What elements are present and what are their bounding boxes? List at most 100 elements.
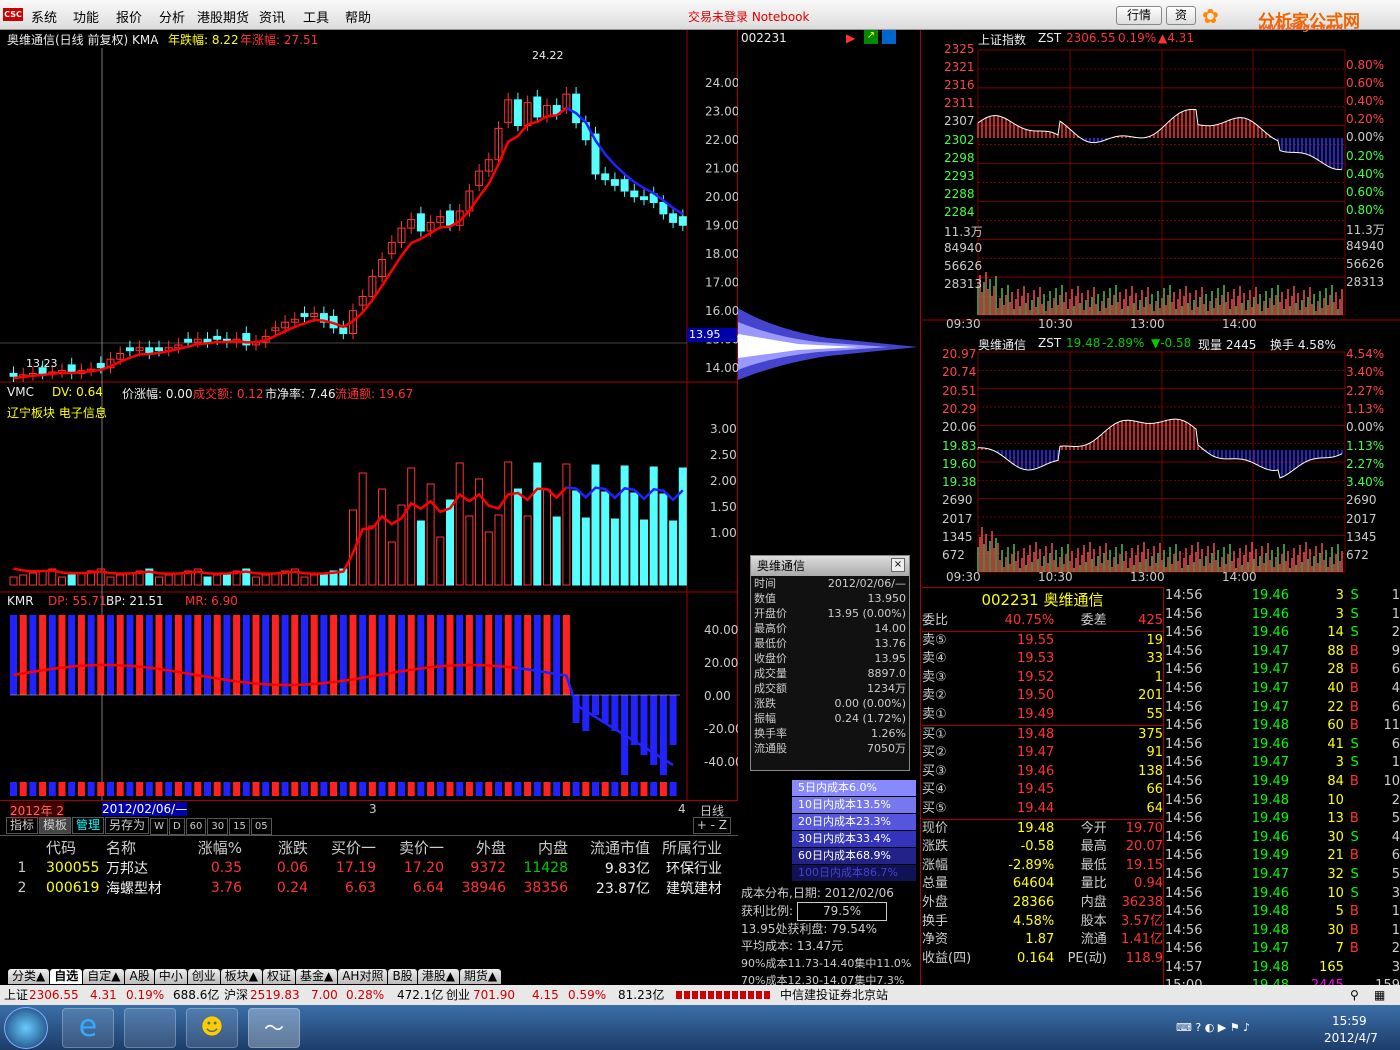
- quote-row[interactable]: 1 300055 万邦达 0.35 0.06 17.19 17.20 9372 …: [0, 858, 724, 878]
- kmr-bar: [388, 615, 396, 695]
- menu-help[interactable]: 帮助: [345, 7, 371, 26]
- kmr-base-bar: [427, 782, 435, 796]
- period-30[interactable]: 30: [207, 818, 229, 835]
- menu-function[interactable]: 功能: [73, 7, 99, 26]
- tick-cell: 6: [1391, 848, 1400, 864]
- scale-label: 28313: [1346, 275, 1385, 290]
- zoom-controls[interactable]: + - Z: [692, 817, 731, 834]
- period-d[interactable]: D: [168, 818, 185, 835]
- tab-indicator[interactable]: 指标: [6, 817, 39, 834]
- folder-icon[interactable]: [124, 1008, 176, 1048]
- menu-tools[interactable]: 工具: [303, 7, 329, 26]
- tray-icons[interactable]: ⌨ ? ◐ ▶ ⚑ ♪: [1176, 1021, 1250, 1034]
- col-code[interactable]: 代码: [44, 837, 104, 858]
- kmr-base-bar: [417, 782, 425, 796]
- qq-icon[interactable]: ☻: [186, 1008, 238, 1048]
- tab-a-shares[interactable]: A股: [125, 969, 154, 984]
- info-button[interactable]: 资: [1166, 6, 1196, 25]
- grid-icon[interactable]: [882, 30, 896, 44]
- kmr-base-bar: [456, 782, 464, 796]
- ratio-row-cell: 委差: [1080, 613, 1107, 628]
- stock-inner: 11428: [523, 860, 568, 876]
- col-diff[interactable]: 涨跌: [244, 837, 310, 858]
- scale-label: 2316: [944, 78, 975, 93]
- tab-b-shares[interactable]: B股: [388, 969, 417, 984]
- sh-pct: 0.19%: [126, 988, 165, 1002]
- vol-panel-name: VMC: [7, 385, 34, 399]
- tick-cell: 14:56: [1165, 718, 1203, 734]
- kmr-base-bar: [213, 782, 221, 796]
- tab-funds[interactable]: 基金▲: [295, 969, 338, 984]
- volume-bar: [504, 461, 513, 586]
- quote-row[interactable]: 2 000619 海螺型材 3.76 0.24 6.63 6.64 38946 …: [0, 878, 724, 898]
- volume-bar: [494, 514, 503, 586]
- tab-manage[interactable]: 管理: [72, 817, 105, 834]
- tab-hk[interactable]: 港股▲: [417, 969, 459, 984]
- stat-row-cell: 换手: [922, 913, 949, 929]
- menu-analysis[interactable]: 分析: [159, 7, 185, 26]
- col-name[interactable]: 名称: [104, 837, 194, 858]
- col-ask[interactable]: 卖价一: [378, 837, 446, 858]
- period-15[interactable]: 15: [229, 818, 250, 835]
- candle-body: [678, 216, 687, 226]
- tab-sme[interactable]: 中小: [154, 969, 187, 984]
- flag-icon[interactable]: ▶: [846, 31, 855, 45]
- clock-time: 15:59: [1332, 1014, 1367, 1028]
- tab-futures[interactable]: 期货▲: [459, 969, 502, 984]
- period-60[interactable]: 60: [185, 818, 207, 835]
- col-bid[interactable]: 买价一: [310, 837, 378, 858]
- tab-ah[interactable]: AH对照: [338, 969, 388, 984]
- menu-info[interactable]: 资讯: [259, 7, 285, 26]
- tick-cell: 9: [1391, 643, 1400, 659]
- time-label: 13:00: [1130, 317, 1165, 331]
- menu-quote[interactable]: 报价: [116, 7, 142, 26]
- tick-cell: 6: [1391, 699, 1400, 715]
- volume-bar: [678, 467, 687, 586]
- col-inner[interactable]: 内盘: [508, 837, 570, 858]
- close-icon[interactable]: ×: [891, 558, 905, 572]
- tab-chinext[interactable]: 创业: [187, 969, 220, 984]
- col-chg[interactable]: 涨幅%: [194, 837, 244, 858]
- col-cap[interactable]: 流通市值: [570, 837, 652, 858]
- network-icon[interactable]: ⚲: [1350, 985, 1359, 1005]
- scale-label: 2311: [944, 96, 975, 111]
- ie-icon[interactable]: e: [62, 1008, 114, 1048]
- menu-system[interactable]: 系统: [31, 7, 57, 26]
- kmr-base-bar: [29, 782, 37, 796]
- kmr-bar: [475, 615, 483, 695]
- volume-bar: [465, 515, 474, 586]
- col-industry[interactable]: 所属行业: [652, 837, 724, 858]
- period-05[interactable]: 05: [250, 818, 272, 835]
- stock-cap: 23.87亿: [595, 881, 650, 897]
- tab-sectors[interactable]: 板块▲: [220, 969, 262, 984]
- volume-bar: [455, 462, 464, 586]
- tab-save-as[interactable]: 另存为: [105, 817, 150, 834]
- scale-label: 2284: [944, 204, 975, 219]
- quote-button[interactable]: 行情: [1116, 6, 1162, 25]
- col-outer[interactable]: 外盘: [446, 837, 508, 858]
- status-bar: 上证 2306.55 4.31 0.19% 688.6亿 沪深 2519.83 …: [0, 985, 1400, 1005]
- stock-app-icon[interactable]: 〜: [248, 1008, 300, 1048]
- scale-label: 1345: [1346, 530, 1377, 544]
- tick-cell: 14:56: [1165, 829, 1203, 845]
- period-w[interactable]: W: [150, 818, 168, 835]
- cy-value: 701.90: [473, 988, 515, 1002]
- tab-watchlist[interactable]: 自选: [50, 969, 83, 984]
- stock-diff: 0.24: [276, 880, 308, 896]
- candle-body: [300, 313, 309, 317]
- tab-warrants[interactable]: 权证: [262, 969, 295, 984]
- tick-cell: 11: [1383, 718, 1400, 734]
- kmr-base-bar: [630, 782, 638, 796]
- start-button-icon[interactable]: [4, 1007, 48, 1049]
- tab-custom[interactable]: 自定▲: [83, 969, 125, 984]
- tick-cell: 2: [1391, 792, 1400, 808]
- kmr-bar: [592, 695, 599, 715]
- arrow-icon[interactable]: ↗: [864, 30, 878, 44]
- menu-hk-futures[interactable]: 港股期货: [197, 7, 249, 26]
- connection-icon[interactable]: ▦: [1374, 985, 1385, 1005]
- tab-category[interactable]: 分类▲: [8, 969, 50, 984]
- tick-row: 14:56 19.46 30 S 4: [1165, 829, 1400, 848]
- ask-row-cell: 19: [1146, 632, 1163, 648]
- bid-row: 买① 19.48 375: [922, 725, 1163, 744]
- tab-template[interactable]: 模板: [39, 817, 72, 834]
